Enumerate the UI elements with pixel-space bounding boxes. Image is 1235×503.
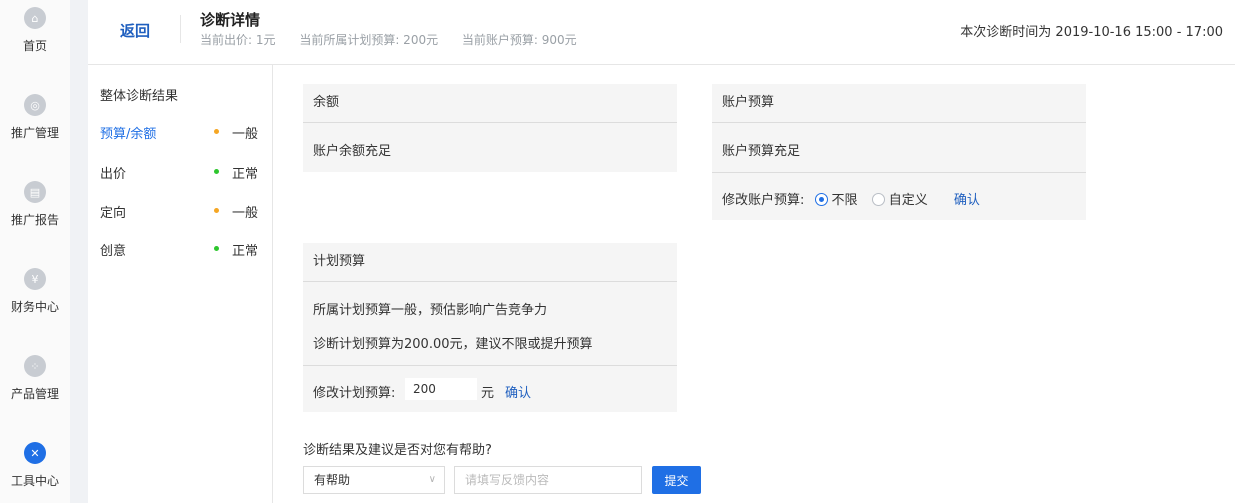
plan-budget: 当前所属计划预算: 200元 [299, 33, 439, 47]
feedback-select-value: 有帮助 [314, 473, 351, 487]
nav-label: 工具中心 [10, 474, 59, 488]
budget-summary: 当前出价: 1元 当前所属计划预算: 200元 当前账户预算: 900元 [200, 31, 597, 48]
nav-label: 产品管理 [10, 387, 59, 401]
plan-budget-input[interactable] [405, 378, 477, 400]
plan-confirm-link[interactable]: 确认 [505, 382, 531, 401]
radio-unlimited[interactable]: 不限 [814, 193, 858, 208]
side-nav: ⌂ 首页 ◎ 推广管理 ▤ 推广报告 ¥ 财务中心 ⁘ 产品管理 ✕ 工具中心 [0, 0, 70, 503]
plan-budget-editor: 修改计划预算: 元 确认 [303, 365, 677, 413]
plan-panel-title: 计划预算 [303, 243, 677, 282]
plan-budget-label: 修改计划预算: [313, 386, 396, 401]
diagnosis-item-budget[interactable]: 预算/余额 一般 [100, 123, 260, 142]
plan-suggestion-text: 诊断计划预算为200.00元，建议不限或提升预算 [313, 337, 593, 352]
diagnosis-item-status: 正常 [232, 244, 259, 259]
account-budget: 当前账户预算: 900元 [461, 33, 577, 47]
status-dot-icon [214, 129, 219, 134]
plan-budget-panel: 计划预算 所属计划预算一般，预估影响广告竞争力 诊断计划预算为200.00元，建… [303, 243, 677, 412]
status-dot-icon [214, 169, 219, 174]
balance-panel: 余额 账户余额充足 [303, 84, 677, 172]
diagnosis-item-status: 一般 [232, 206, 259, 221]
radio-unchecked-icon [871, 193, 885, 206]
feedback-question: 诊断结果及建议是否对您有帮助? [303, 443, 492, 458]
diagnosis-time: 本次诊断时间为 2019-10-16 15:00 - 17:00 [960, 25, 1223, 40]
account-confirm-link[interactable]: 确认 [954, 193, 980, 208]
page-header: 返回 诊断详情 当前出价: 1元 当前所属计划预算: 200元 当前账户预算: … [88, 0, 1235, 65]
radio-checked-icon [814, 193, 828, 206]
nav-item-finance[interactable]: ¥ 财务中心 [0, 268, 70, 315]
report-icon: ▤ [24, 181, 46, 203]
account-panel-title: 账户预算 [712, 84, 1086, 123]
divider [180, 15, 181, 43]
nav-item-home[interactable]: ⌂ 首页 [0, 7, 70, 54]
diagnosis-list: 整体诊断结果 预算/余额 一般 出价 正常 定向 一般 创意 正常 [88, 65, 273, 503]
rail-gutter [70, 0, 88, 503]
account-status-text: 账户预算充足 [722, 144, 801, 159]
nav-label: 财务中心 [10, 300, 59, 314]
feedback-select[interactable]: 有帮助 ∨ [303, 466, 445, 494]
account-budget-editor: 修改账户预算: 不限 自定义 确认 [712, 172, 1086, 221]
nav-item-products[interactable]: ⁘ 产品管理 [0, 355, 70, 402]
nav-item-promotion[interactable]: ◎ 推广管理 [0, 94, 70, 141]
diagnosis-item-status: 正常 [232, 167, 259, 182]
nav-item-tools[interactable]: ✕ 工具中心 [0, 442, 70, 489]
grid-icon: ⁘ [24, 355, 46, 377]
diagnosis-item-status: 一般 [232, 127, 259, 142]
nav-item-report[interactable]: ▤ 推广报告 [0, 181, 70, 228]
diagnosis-item-targeting[interactable]: 定向 一般 [100, 202, 260, 221]
diagnosis-heading: 整体诊断结果 [100, 89, 179, 104]
account-budget-options: 修改账户预算: 不限 自定义 确认 [722, 189, 980, 208]
home-icon: ⌂ [24, 7, 46, 29]
status-dot-icon [214, 208, 219, 213]
diagnosis-item-name: 出价 [100, 167, 127, 182]
nav-label: 首页 [22, 39, 47, 53]
balance-status-text: 账户余额充足 [313, 144, 392, 159]
back-button[interactable]: 返回 [120, 20, 150, 41]
yuan-icon: ¥ [24, 268, 46, 290]
diagnosis-item-name: 定向 [100, 206, 127, 221]
balance-panel-title: 余额 [303, 84, 677, 123]
nav-label: 推广报告 [10, 213, 59, 227]
chevron-down-icon: ∨ [428, 474, 436, 485]
submit-button[interactable]: 提交 [652, 466, 701, 494]
currency-unit: 元 [481, 386, 495, 401]
diagnosis-item-creative[interactable]: 创意 正常 [100, 240, 260, 259]
account-budget-label: 修改账户预算: [722, 193, 805, 208]
tools-icon: ✕ [24, 442, 46, 464]
diagnosis-item-name: 创意 [100, 244, 127, 259]
status-dot-icon [214, 246, 219, 251]
radio-custom[interactable]: 自定义 [871, 193, 928, 208]
promotion-icon: ◎ [24, 94, 46, 116]
current-bid: 当前出价: 1元 [200, 33, 276, 47]
radio-custom-label: 自定义 [888, 193, 928, 208]
radio-unlimited-label: 不限 [831, 193, 858, 208]
account-budget-panel: 账户预算 账户预算充足 修改账户预算: 不限 自定义 确认 [712, 84, 1086, 220]
nav-label: 推广管理 [10, 126, 59, 140]
diagnosis-item-name: 预算/余额 [100, 127, 157, 142]
diagnosis-item-bid[interactable]: 出价 正常 [100, 163, 260, 182]
feedback-input[interactable] [454, 466, 642, 494]
page-title: 诊断详情 [200, 11, 261, 29]
plan-status-text: 所属计划预算一般，预估影响广告竞争力 [313, 303, 548, 318]
